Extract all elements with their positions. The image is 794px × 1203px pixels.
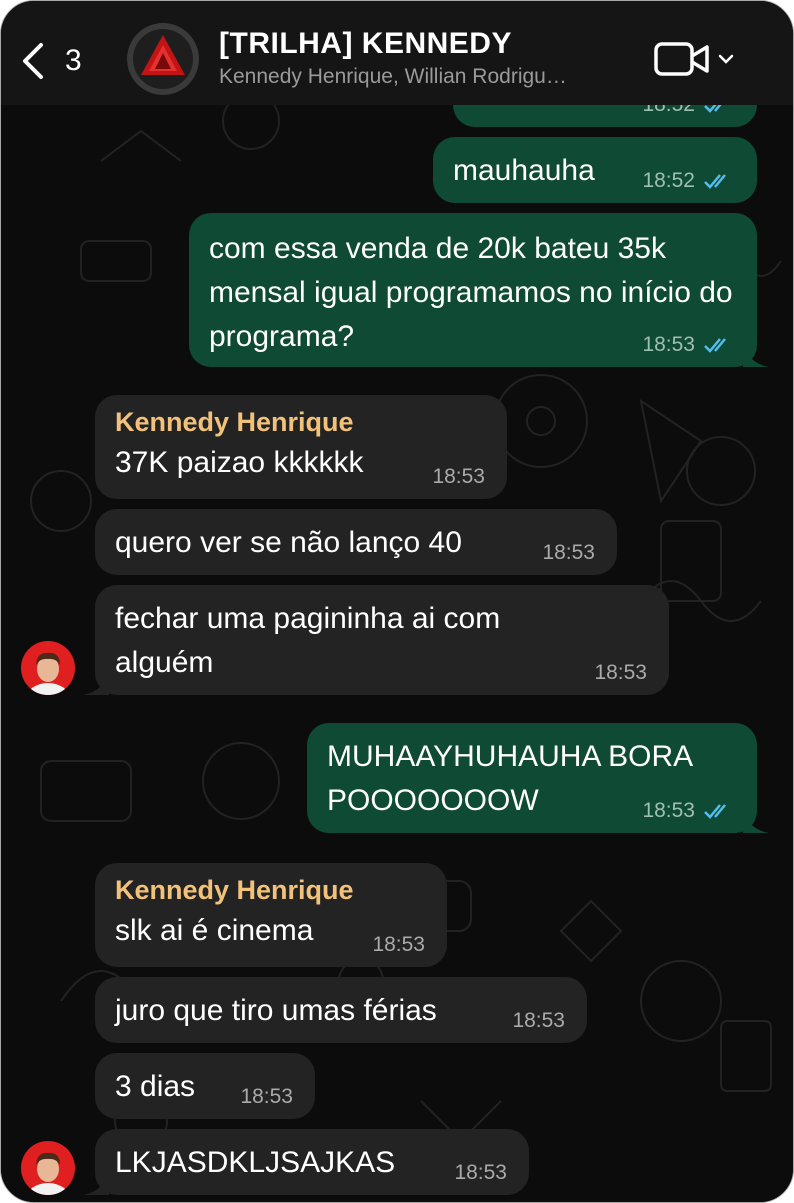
message-meta: 18:53 [542, 541, 595, 565]
sender-name[interactable]: Kennedy Henrique [115, 873, 427, 907]
profile-photo [21, 1141, 75, 1195]
message-meta: 18:53 [240, 1085, 293, 1109]
message-time: 18:53 [240, 1085, 293, 1108]
message-meta: 18:53 [512, 1009, 565, 1033]
message-meta: 18:53 [372, 933, 425, 957]
chat-participants[interactable]: Kennedy Henrique, Willian Rodrigu… [219, 65, 639, 89]
message-text: fechar uma pagininha ai com alguém [115, 602, 501, 679]
message-bubble-incoming[interactable]: 3 dias 18:53 [95, 1053, 315, 1119]
message-bubble-incoming[interactable]: juro que tiro umas férias 18:53 [95, 977, 587, 1043]
message-meta: 18:53 [642, 799, 735, 823]
message-time: 18:53 [594, 661, 647, 684]
chevron-down-icon [718, 54, 734, 64]
message-text: quero ver se não lanço 40 [115, 526, 462, 559]
message-meta: 18:52 [642, 169, 735, 193]
sender-avatar[interactable] [21, 641, 75, 695]
profile-photo [21, 641, 75, 695]
message-time: 18:53 [542, 541, 595, 564]
unread-count: 3 [65, 44, 82, 77]
group-logo-image [127, 23, 199, 95]
message-time: 18:53 [454, 1161, 507, 1184]
message-meta: 18:53 [642, 333, 735, 357]
video-call-button[interactable] [653, 37, 739, 81]
message-bubble-outgoing[interactable]: mauhauha 18:52 [433, 137, 757, 203]
message-bubble-outgoing[interactable]: com essa venda de 20k bateu 35k mensal i… [189, 213, 769, 367]
sender-avatar[interactable] [21, 1141, 75, 1195]
message-time: 18:53 [642, 799, 695, 822]
message-time: 18:53 [512, 1009, 565, 1032]
read-receipt-icon [704, 804, 726, 819]
message-bubble-incoming[interactable]: quero ver se não lanço 40 18:53 [95, 509, 617, 575]
message-meta: 18:53 [454, 1161, 507, 1185]
message-text: 37K paizao kkkkkk [115, 446, 364, 479]
read-receipt-icon [704, 338, 726, 353]
video-camera-icon [654, 42, 709, 76]
back-button[interactable]: 3 [19, 37, 89, 85]
message-bubble-outgoing[interactable]: MUHAAYHUHAUHA BORA POOOOOOOW 18:53 [307, 723, 769, 833]
group-avatar[interactable] [127, 23, 199, 95]
bubble-tail [743, 807, 769, 833]
message-meta: 18:53 [594, 661, 647, 685]
bubble-tail [83, 669, 109, 695]
chat-title[interactable]: [TRILHA] KENNEDY [219, 27, 512, 61]
message-time: 18:53 [372, 933, 425, 956]
message-meta: 18:53 [432, 465, 485, 489]
message-text: LKJASDKLJSAJKAS [115, 1146, 396, 1179]
chat-header: 3 [TRILHA] KENNEDY Kennedy Henrique, Wil… [1, 1, 793, 105]
message-bubble-incoming[interactable]: LKJASDKLJSAJKAS 18:53 [83, 1129, 529, 1195]
sender-name[interactable]: Kennedy Henrique [115, 405, 487, 439]
chevron-left-icon [23, 43, 43, 79]
phone-frame: 3 [TRILHA] KENNEDY Kennedy Henrique, Wil… [0, 0, 794, 1203]
read-receipt-icon [704, 174, 726, 189]
message-time: 18:53 [432, 465, 485, 488]
message-bubble-incoming[interactable]: Kennedy Henrique slk ai é cinema 18:53 [95, 863, 447, 967]
message-bubble-incoming[interactable]: Kennedy Henrique 37K paizao kkkkkk 18:53 [95, 395, 507, 499]
message-bubble-incoming[interactable]: fechar uma pagininha ai com alguém 18:53 [83, 585, 669, 695]
message-time: 18:53 [642, 333, 695, 356]
bubble-tail [743, 341, 769, 367]
message-time: 18:52 [642, 169, 695, 192]
message-text: juro que tiro umas férias [115, 994, 437, 1027]
bubble-tail [83, 1169, 109, 1195]
